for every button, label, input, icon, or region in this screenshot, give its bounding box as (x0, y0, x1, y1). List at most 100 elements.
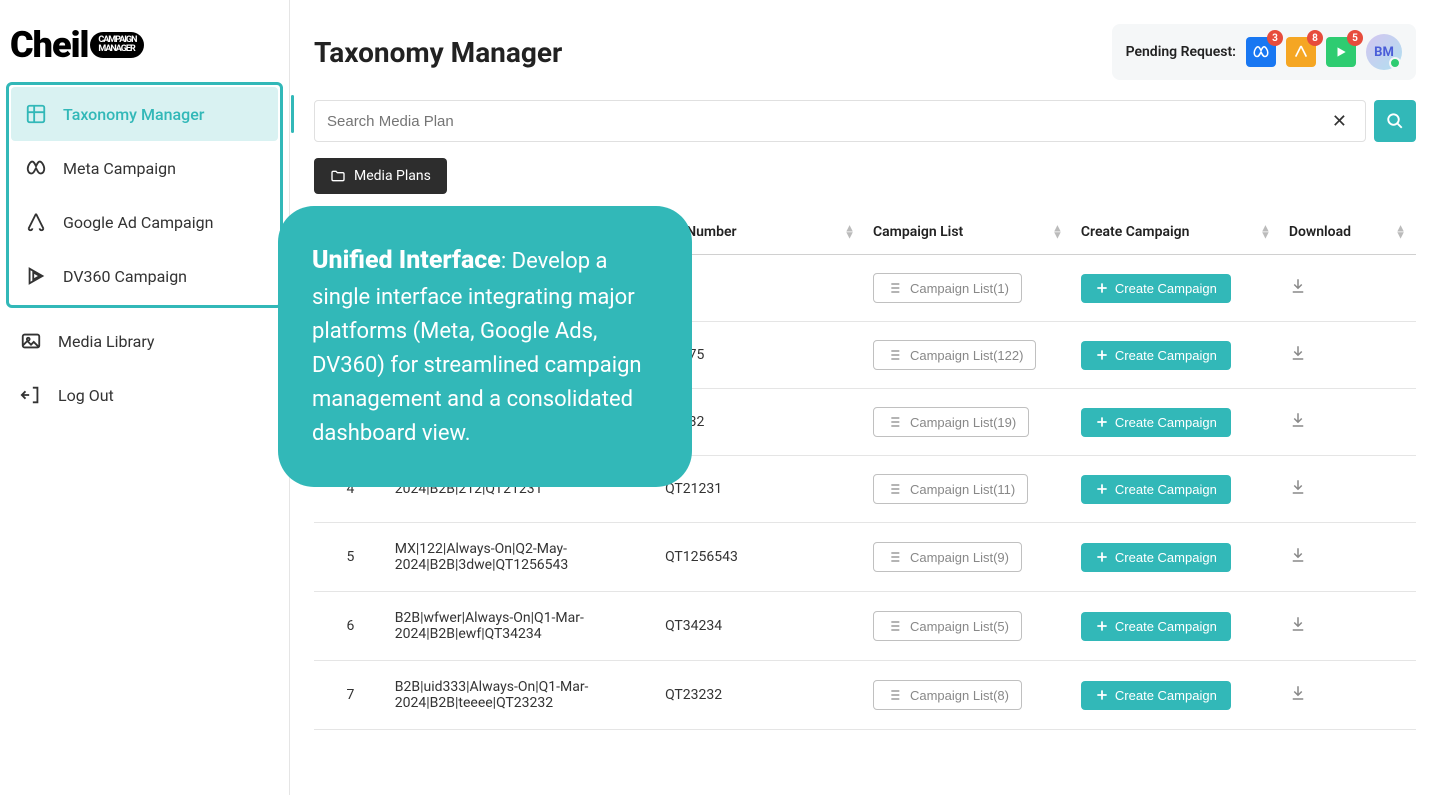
cell-create: Create Campaign (1073, 523, 1281, 592)
download-icon[interactable] (1289, 552, 1307, 568)
badge-count: 5 (1347, 30, 1363, 46)
nav-label: Taxonomy Manager (63, 105, 204, 124)
nav-label: Google Ad Campaign (63, 213, 213, 232)
download-icon[interactable] (1289, 690, 1307, 706)
cell-list: Campaign List(1) (865, 255, 1073, 322)
page-title: Taxonomy Manager (314, 36, 562, 69)
callout-body: : Develop a single interface integrating… (312, 249, 642, 446)
create-campaign-button[interactable]: Create Campaign (1081, 543, 1231, 572)
dv360-icon (25, 265, 47, 287)
pending-dv360-icon[interactable]: 5 (1326, 37, 1356, 67)
folder-icon (330, 168, 346, 184)
download-icon[interactable] (1289, 484, 1307, 500)
create-campaign-button[interactable]: Create Campaign (1081, 408, 1231, 437)
logout-icon (20, 384, 42, 406)
nav-logout[interactable]: Log Out (0, 368, 289, 422)
list-icon (886, 347, 902, 363)
badge-count: 3 (1267, 30, 1283, 46)
cell-create: Create Campaign (1073, 456, 1281, 523)
plus-icon (1095, 482, 1109, 496)
campaign-list-button[interactable]: Campaign List(1) (873, 273, 1022, 303)
campaign-list-button[interactable]: Campaign List(19) (873, 407, 1029, 437)
create-campaign-button[interactable]: Create Campaign (1081, 612, 1231, 641)
tab-media-plans[interactable]: Media Plans (314, 158, 447, 194)
cell-download (1281, 661, 1416, 730)
nav-label: DV360 Campaign (63, 267, 187, 286)
cell-list: Campaign List(122) (865, 322, 1073, 389)
list-icon (886, 414, 902, 430)
nav-label: Media Library (58, 332, 154, 351)
nav-meta-campaign[interactable]: Meta Campaign (11, 141, 278, 195)
search-input[interactable] (327, 113, 1326, 130)
header: Taxonomy Manager Pending Request: 3 8 5 … (290, 0, 1440, 92)
cell-download (1281, 523, 1416, 592)
nav-dv360-campaign[interactable]: DV360 Campaign (11, 249, 278, 303)
create-campaign-button[interactable]: Create Campaign (1081, 475, 1231, 504)
pending-requests: Pending Request: 3 8 5 BM (1112, 24, 1416, 80)
cell-list: Campaign List(9) (865, 523, 1073, 592)
meta-icon (25, 157, 47, 179)
cell-list: Campaign List(5) (865, 592, 1073, 661)
callout-title: Unified Interface (312, 246, 501, 275)
cell-sno: 5 (314, 523, 387, 592)
campaign-list-button[interactable]: Campaign List(122) (873, 340, 1036, 370)
search-button[interactable] (1374, 100, 1416, 142)
th-download[interactable]: Download▲▼ (1281, 210, 1416, 255)
cell-download (1281, 255, 1416, 322)
plus-icon (1095, 688, 1109, 702)
nav-label: Meta Campaign (63, 159, 176, 178)
campaign-list-button[interactable]: Campaign List(11) (873, 474, 1028, 504)
cell-qt: QT1256543 (657, 523, 865, 592)
list-icon (886, 549, 902, 565)
cell-download (1281, 389, 1416, 456)
pending-google-ads-icon[interactable]: 8 (1286, 37, 1316, 67)
cell-sno: 6 (314, 592, 387, 661)
plus-icon (1095, 619, 1109, 633)
cell-name: MX|122|Always-On|Q2-May-2024|B2B|3dwe|QT… (387, 523, 657, 592)
create-campaign-button[interactable]: Create Campaign (1081, 681, 1231, 710)
table-row: 6B2B|wfwer|Always-On|Q1-Mar-2024|B2B|ewf… (314, 592, 1416, 661)
plus-icon (1095, 281, 1109, 295)
cell-sno: 7 (314, 661, 387, 730)
clear-icon[interactable]: ✕ (1326, 111, 1353, 132)
plus-icon (1095, 415, 1109, 429)
download-icon[interactable] (1289, 417, 1307, 433)
nav-media-library[interactable]: Media Library (0, 314, 289, 368)
logo-text: Cheil (10, 24, 88, 66)
nav-taxonomy-manager[interactable]: Taxonomy Manager (11, 87, 278, 141)
avatar[interactable]: BM (1366, 34, 1402, 70)
campaign-list-button[interactable]: Campaign List(8) (873, 680, 1022, 710)
cell-create: Create Campaign (1073, 661, 1281, 730)
create-campaign-button[interactable]: Create Campaign (1081, 341, 1231, 370)
th-list[interactable]: Campaign List▲▼ (865, 210, 1073, 255)
search-box: ✕ (314, 100, 1366, 142)
callout-unified-interface: Unified Interface: Develop a single inte… (278, 206, 692, 487)
create-campaign-button[interactable]: Create Campaign (1081, 274, 1231, 303)
campaign-list-button[interactable]: Campaign List(9) (873, 542, 1022, 572)
cell-download (1281, 456, 1416, 523)
table-row: 5MX|122|Always-On|Q2-May-2024|B2B|3dwe|Q… (314, 523, 1416, 592)
cell-create: Create Campaign (1073, 592, 1281, 661)
cell-qt: QT23232 (657, 661, 865, 730)
image-icon (20, 330, 42, 352)
plus-icon (1095, 550, 1109, 564)
list-icon (886, 687, 902, 703)
cell-create: Create Campaign (1073, 322, 1281, 389)
nav-google-ad-campaign[interactable]: Google Ad Campaign (11, 195, 278, 249)
cell-download (1281, 322, 1416, 389)
cell-list: Campaign List(19) (865, 389, 1073, 456)
logo: Cheil CAMPAIGN MANAGER (0, 0, 289, 76)
cell-download (1281, 592, 1416, 661)
download-icon[interactable] (1289, 621, 1307, 637)
search-row: ✕ (290, 92, 1440, 150)
list-icon (886, 481, 902, 497)
cell-qt: QT34234 (657, 592, 865, 661)
tab-label: Media Plans (354, 168, 431, 184)
download-icon[interactable] (1289, 350, 1307, 366)
pending-meta-icon[interactable]: 3 (1246, 37, 1276, 67)
download-icon[interactable] (1289, 283, 1307, 299)
campaign-list-button[interactable]: Campaign List(5) (873, 611, 1022, 641)
grid-icon (25, 103, 47, 125)
list-icon (886, 280, 902, 296)
th-create[interactable]: Create Campaign▲▼ (1073, 210, 1281, 255)
